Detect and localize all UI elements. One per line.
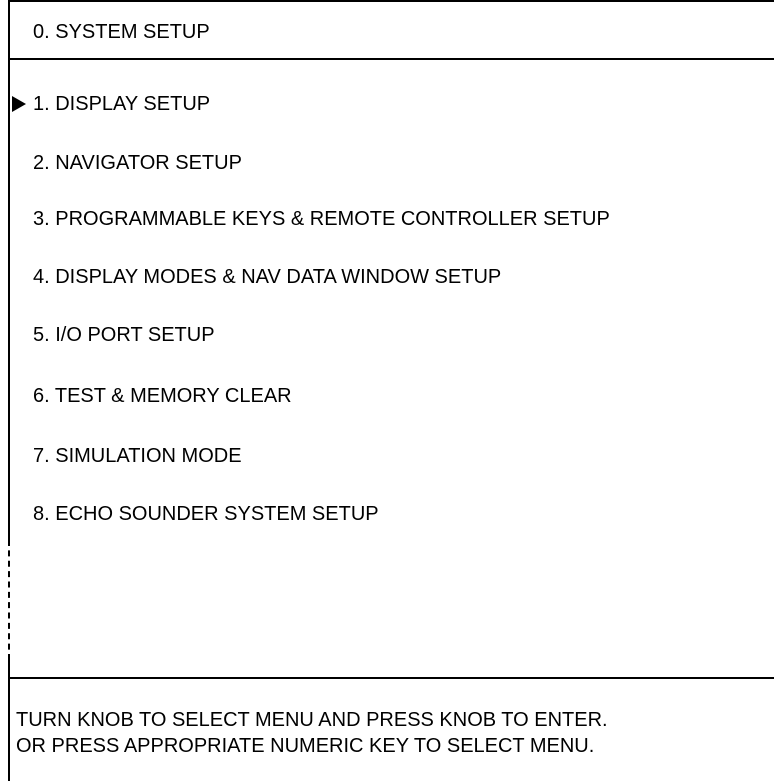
selection-arrow-icon xyxy=(12,96,26,112)
menu-item-label: 4. DISPLAY MODES & NAV DATA WINDOW SETUP xyxy=(33,266,502,288)
menu-item-display-modes-setup[interactable]: 4. DISPLAY MODES & NAV DATA WINDOW SETUP xyxy=(0,264,774,292)
frame-left-border-dashed xyxy=(8,540,10,660)
menu-item-label: 5. I/O PORT SETUP xyxy=(33,324,215,346)
menu-item-navigator-setup[interactable]: 2. NAVIGATOR SETUP xyxy=(0,150,774,178)
menu-item-label: 8. ECHO SOUNDER SYSTEM SETUP xyxy=(33,503,379,525)
menu-item-label: 6. TEST & MEMORY CLEAR xyxy=(33,385,292,407)
instruction-line-2: OR PRESS APPROPRIATE NUMERIC KEY TO SELE… xyxy=(16,735,595,757)
menu-header: 0. SYSTEM SETUP xyxy=(8,0,774,60)
menu-item-label: 7. SIMULATION MODE xyxy=(33,445,242,467)
menu-item-io-port-setup[interactable]: 5. I/O PORT SETUP xyxy=(0,322,774,350)
menu-item-test-memory-clear[interactable]: 6. TEST & MEMORY CLEAR xyxy=(0,383,774,411)
menu-item-display-setup[interactable]: 1. DISPLAY SETUP xyxy=(0,91,774,119)
menu-item-label: 3. PROGRAMMABLE KEYS & REMOTE CONTROLLER… xyxy=(33,208,610,230)
page-title: 0. SYSTEM SETUP xyxy=(33,21,210,43)
menu-item-programmable-keys-setup[interactable]: 3. PROGRAMMABLE KEYS & REMOTE CONTROLLER… xyxy=(0,206,774,234)
instruction-line-1: TURN KNOB TO SELECT MENU AND PRESS KNOB … xyxy=(16,709,608,731)
menu-item-simulation-mode[interactable]: 7. SIMULATION MODE xyxy=(0,443,774,471)
menu-item-echo-sounder-setup[interactable]: 8. ECHO SOUNDER SYSTEM SETUP xyxy=(0,501,774,529)
menu-item-label: 2. NAVIGATOR SETUP xyxy=(33,152,242,174)
menu-item-label: 1. DISPLAY SETUP xyxy=(33,93,211,115)
instruction-panel: TURN KNOB TO SELECT MENU AND PRESS KNOB … xyxy=(8,677,774,781)
